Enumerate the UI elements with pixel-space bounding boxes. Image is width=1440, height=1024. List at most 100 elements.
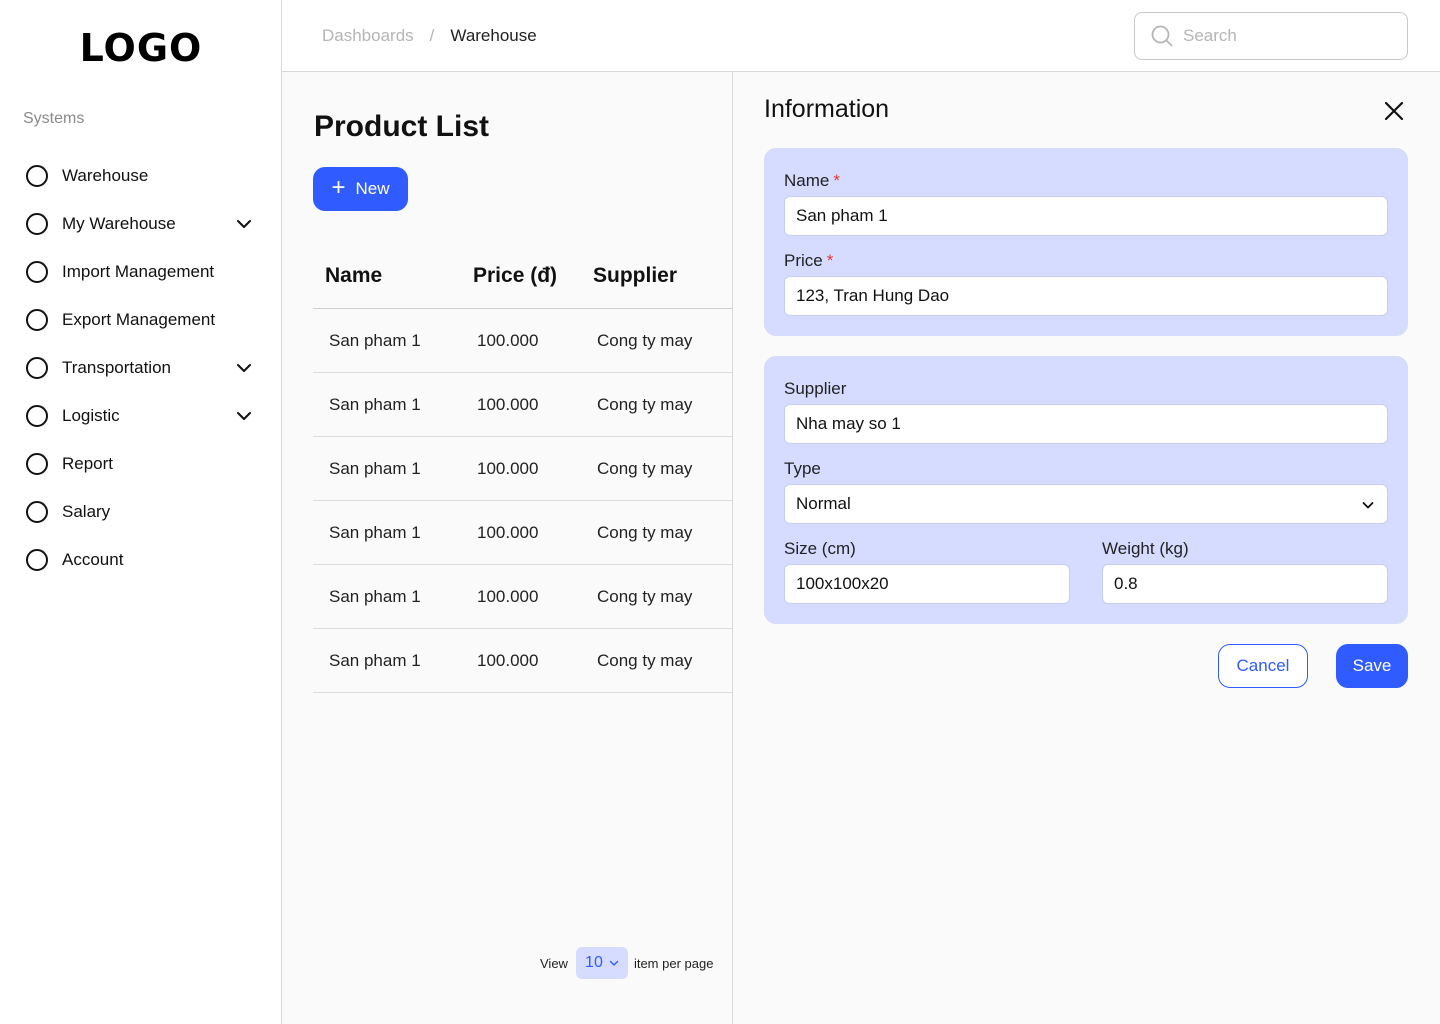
sidebar-item-account[interactable]: Account [26,536,258,584]
cell-name: San pham 1 [329,458,421,478]
information-panel: Information Name* Price* Supplier Type N… [733,72,1440,1024]
top-header: Dashboards / Warehouse [282,0,1440,72]
supplier-label: Supplier [784,379,847,398]
sidebar-item-label: Transportation [62,358,171,377]
per-page-value: 10 [585,954,603,971]
plus-icon: + [331,174,346,201]
table-row[interactable]: San pham 1 100.000 Cong ty may [313,309,733,373]
table-row[interactable]: San pham 1 100.000 Cong ty may [313,501,733,565]
close-icon[interactable] [1381,98,1407,124]
price-field[interactable] [784,276,1388,316]
save-button[interactable]: Save [1336,644,1408,688]
type-select[interactable]: Normal [784,484,1388,524]
cancel-button[interactable]: Cancel [1218,644,1308,688]
product-table: Name Price (đ) Supplier San pham 1 100.0… [313,244,733,693]
circle-icon [26,453,48,475]
circle-icon [26,357,48,379]
cell-price: 100.000 [477,522,539,542]
cell-name: San pham 1 [329,394,421,414]
table-row[interactable]: San pham 1 100.000 Cong ty may [313,437,733,501]
sidebar-item-label: Logistic [62,406,120,425]
weight-field[interactable] [1102,564,1388,604]
pagination: View 10 item per page [540,947,713,979]
weight-label: Weight (kg) [1102,539,1189,558]
circle-icon [26,405,48,427]
supplier-field[interactable] [784,404,1388,444]
basic-info-card: Name* Price* [764,148,1408,336]
price-input[interactable] [796,286,1387,306]
cell-price: 100.000 [477,458,539,478]
column-header-name[interactable]: Name [313,264,473,288]
cell-name: San pham 1 [329,586,421,606]
supplier-input[interactable] [796,414,1387,434]
sidebar-item-label: Import Management [62,262,215,281]
cell-price: 100.000 [477,586,539,606]
pager-suffix-label: item per page [633,955,714,971]
sidebar-section-label: Systems [23,110,85,127]
type-label: Type [784,459,821,478]
chevron-down-icon[interactable] [236,408,252,424]
breadcrumb-current: Warehouse [450,26,537,45]
size-field[interactable] [784,564,1070,604]
name-field[interactable] [784,196,1388,236]
circle-icon [26,309,48,331]
name-label: Name * [784,171,840,191]
sidebar-item-label: Warehouse [62,166,149,185]
table-header: Name Price (đ) Supplier [313,244,733,309]
details-card: Supplier Type Normal Size (cm) Weight (k… [764,356,1408,624]
sidebar-item-transportation[interactable]: Transportation [26,344,258,392]
size-input[interactable] [796,574,1069,594]
cell-name: San pham 1 [329,330,421,350]
sidebar-item-import-management[interactable]: Import Management [26,248,258,296]
table-row[interactable]: San pham 1 100.000 Cong ty may [313,629,733,693]
sidebar-item-export-management[interactable]: Export Management [26,296,258,344]
cell-name: San pham 1 [329,522,421,542]
search-box[interactable] [1134,12,1408,60]
cell-price: 100.000 [477,394,539,414]
new-button-label: New [355,179,390,198]
sidebar-item-my-warehouse[interactable]: My Warehouse [26,200,258,248]
name-label-text: Name [784,171,830,190]
sidebar-nav: Warehouse My Warehouse Import Management… [26,152,258,584]
breadcrumb: Dashboards / Warehouse [322,26,537,46]
sidebar-item-logistic[interactable]: Logistic [26,392,258,440]
chevron-down-icon [1362,502,1374,509]
required-mark: * [826,251,834,270]
search-input[interactable] [1183,26,1383,46]
breadcrumb-dashboards-link[interactable]: Dashboards [322,26,414,46]
sidebar-item-label: My Warehouse [62,214,176,233]
sidebar-item-warehouse[interactable]: Warehouse [26,152,258,200]
cell-supplier: Cong ty may [597,522,693,542]
size-label: Size (cm) [784,539,856,558]
table-row[interactable]: San pham 1 100.000 Cong ty may [313,373,733,437]
sidebar-item-salary[interactable]: Salary [26,488,258,536]
price-label: Price * [784,251,833,271]
circle-icon [26,549,48,571]
pager-view-label: View [540,955,568,971]
cell-price: 100.000 [477,330,539,350]
product-list-panel: Product List + New Name Price (đ) Suppli… [282,72,733,1024]
price-label-text: Price [784,251,823,270]
logo: LOGO [79,26,203,70]
column-header-price[interactable]: Price (đ) [473,264,593,288]
cell-supplier: Cong ty may [597,394,693,414]
per-page-select[interactable]: 10 [575,947,628,979]
sidebar-item-report[interactable]: Report [26,440,258,488]
column-header-supplier[interactable]: Supplier [593,264,733,288]
sidebar-item-label: Export Management [62,310,216,329]
type-select-value: Normal [796,494,851,513]
weight-input[interactable] [1114,574,1387,594]
chevron-down-icon [609,960,619,966]
chevron-down-icon[interactable] [236,216,252,232]
cell-name: San pham 1 [329,650,421,670]
breadcrumb-separator: / [429,26,435,45]
sidebar-item-label: Account [62,550,124,569]
new-product-button[interactable]: + New [313,167,408,211]
cell-supplier: Cong ty may [597,330,693,350]
name-input[interactable] [796,206,1387,226]
required-mark: * [833,171,840,190]
table-row[interactable]: San pham 1 100.000 Cong ty may [313,565,733,629]
sidebar-item-label: Salary [62,502,111,521]
chevron-down-icon[interactable] [236,360,252,376]
circle-icon [26,213,48,235]
